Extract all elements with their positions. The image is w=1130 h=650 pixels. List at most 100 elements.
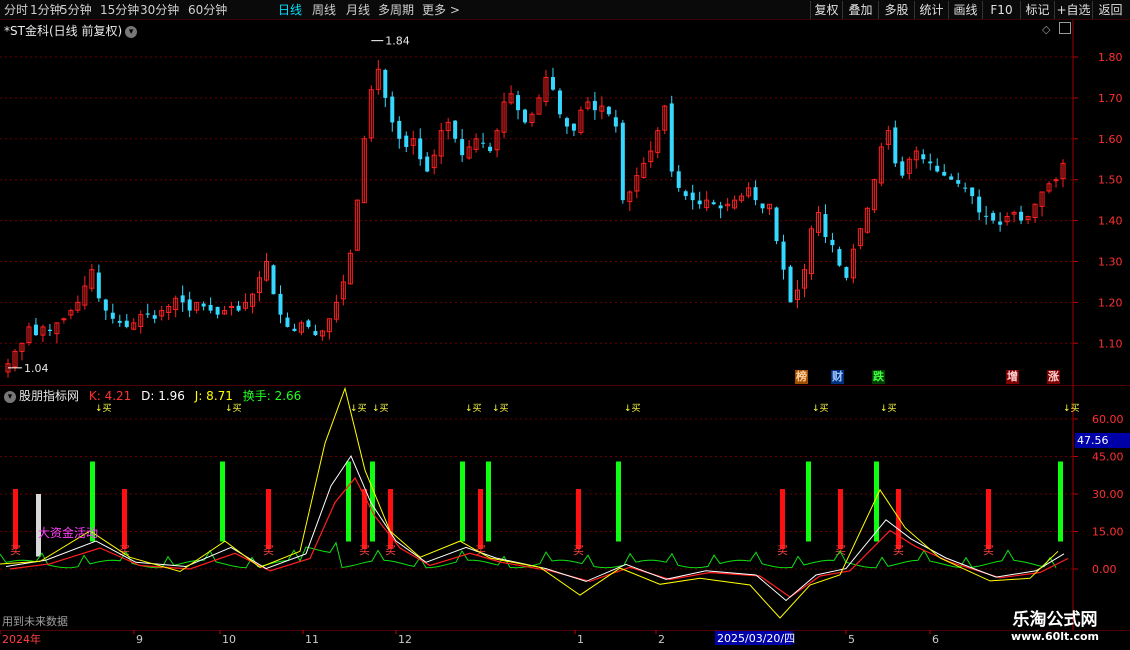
sell-signal-bar (1058, 461, 1063, 542)
time-label: 1 (577, 633, 584, 646)
indicator-header: ▾ 股朋指标网 K: 4.21 D: 1.96 J: 8.71 换手: 2.66 (4, 387, 301, 404)
low-marker-label: 1.04 (24, 362, 49, 375)
buy-signal-label: 买 (983, 544, 994, 557)
buy-signal-label: 买 (10, 544, 21, 557)
event-tag-2[interactable]: 跌 (872, 370, 885, 384)
candle-body (278, 293, 283, 315)
period-tab-5[interactable]: 60分钟 (188, 2, 227, 18)
indicator-svg[interactable]: 60.0045.0030.0015.000.00买买买买买买买买买买买↓买 ↓买 ↓… (0, 384, 1130, 630)
main-title: *ST金科(日线 前复权) ▾ (4, 22, 138, 39)
buy-signal-bar (986, 489, 991, 549)
price-tick-label: 1.10 (1098, 337, 1123, 350)
period-tab-10[interactable]: 更多 > (422, 2, 460, 18)
toolbar-button-8[interactable]: 返回 (1092, 1, 1128, 19)
period-tab-9[interactable]: 多周期 (378, 2, 414, 18)
candle-body (488, 146, 493, 152)
period-tab-1[interactable]: 1分钟 (30, 2, 62, 18)
candle-body (117, 320, 122, 323)
candle-body (928, 161, 933, 164)
buy-signal-label: 买 (777, 544, 788, 557)
candle-body (292, 328, 297, 332)
period-tab-7[interactable]: 周线 (312, 2, 336, 18)
candle-body (516, 95, 521, 111)
event-tag-4[interactable]: 涨 (1047, 370, 1060, 384)
period-tab-0[interactable]: 分时 (4, 2, 28, 18)
window-toggle-icon[interactable] (1059, 22, 1071, 34)
diamond-icon[interactable]: ◇ (1042, 23, 1050, 36)
chevron-down-icon[interactable]: ▾ (125, 25, 138, 38)
candle-body (753, 187, 758, 201)
time-axis: 32024年910111212562025/03/20/四 (0, 629, 1130, 650)
sell-signal-bar (220, 461, 225, 542)
toolbar-button-6[interactable]: 标记 (1020, 1, 1054, 19)
buy-signal-label: 买 (119, 544, 130, 557)
indicator-tick-label: 30.00 (1092, 488, 1124, 501)
arrow-buy-marker: ↓买 (95, 403, 112, 414)
toolbar-button-4[interactable]: 画线 (948, 1, 982, 19)
sell-signal-bar (346, 461, 351, 542)
arrow-buy-marker: ↓买 (624, 403, 641, 414)
period-tab-3[interactable]: 15分钟 (100, 2, 139, 18)
price-tick-label: 1.40 (1098, 215, 1123, 228)
candle-body (963, 187, 968, 189)
candlestick-chart[interactable]: 1.80 1.70 1.60 1.50 1.40 1.30 1.20 1.10 1.84 1.04… (0, 20, 1130, 385)
high-marker-label: 1.84 (385, 35, 410, 48)
candle-body (47, 329, 52, 332)
candle-body (201, 303, 206, 307)
time-label: 11 (305, 633, 319, 646)
turnover-value: 换手: 2.66 (242, 389, 302, 403)
candle-body (893, 127, 898, 164)
event-tag-3[interactable]: 增 (1006, 370, 1019, 384)
candle-body (550, 77, 555, 90)
buy-signal-bar (13, 489, 18, 549)
candle-body (110, 312, 115, 319)
candle-body (96, 272, 101, 299)
event-tag-1[interactable]: 财 (831, 370, 844, 384)
candle-body (187, 299, 192, 311)
period-tab-2[interactable]: 5分钟 (60, 2, 92, 18)
candle-body (620, 122, 625, 201)
toolbar-button-7[interactable]: +自选 (1054, 1, 1092, 19)
candle-body (760, 203, 765, 209)
price-tick-label: 1.80 (1098, 51, 1123, 64)
candle-body (949, 176, 954, 180)
toolbar-button-2[interactable]: 多股 (878, 1, 914, 19)
candle-body (613, 117, 618, 127)
arrow-buy-marker: ↓买 (372, 403, 389, 414)
arrow-buy-marker: ↓买 (492, 403, 509, 414)
event-tag-0[interactable]: 榜 (795, 370, 808, 384)
candle-body (564, 118, 569, 127)
candlestick-svg[interactable]: 1.80 1.70 1.60 1.50 1.40 1.30 1.20 1.10 1.84 1.04 (0, 20, 1130, 385)
chevron-down-icon[interactable]: ▾ (4, 390, 16, 403)
toolbar-button-1[interactable]: 叠加 (842, 1, 878, 19)
candle-body (669, 103, 674, 172)
candle-body (935, 165, 940, 172)
indicator-tick-label: 15.00 (1092, 526, 1124, 539)
candle-body (977, 196, 982, 213)
candle-body (956, 180, 961, 184)
candle-body (718, 205, 723, 209)
toolbar-button-0[interactable]: 复权 (810, 1, 842, 19)
indicator-chart[interactable]: 60.00 45.00 30.00 15.00 0.00 买买买买买买买买买买买 ↓买 ↓买 ↓… (0, 384, 1130, 630)
period-tab-6[interactable]: 日线 (278, 2, 302, 18)
sell-signal-bar (806, 461, 811, 542)
candle-body (1019, 211, 1024, 221)
buy-signal-label: 买 (893, 544, 904, 557)
candle-body (830, 239, 835, 246)
price-tick-label: 1.30 (1098, 256, 1123, 269)
toolbar-button-5[interactable]: F10 (982, 1, 1020, 19)
watermark-title: 乐淘公式网 (1012, 610, 1098, 630)
buy-signal-bar (896, 489, 901, 549)
candle-body (991, 212, 996, 221)
candle-body (690, 192, 695, 201)
toolbar-button-3[interactable]: 统计 (914, 1, 948, 19)
arrow-buy-marker: ↓买 (880, 403, 897, 414)
arrow-buy-marker: ↓买 (1063, 403, 1080, 414)
buy-signal-label: 买 (385, 544, 396, 557)
stock-title: *ST金科(日线 前复权) (4, 24, 123, 38)
period-tab-8[interactable]: 月线 (346, 2, 370, 18)
arrow-buy-marker: ↓买 (812, 403, 829, 414)
time-label: 12 (398, 633, 412, 646)
period-tab-4[interactable]: 30分钟 (140, 2, 179, 18)
buy-signal-bar (388, 489, 393, 549)
